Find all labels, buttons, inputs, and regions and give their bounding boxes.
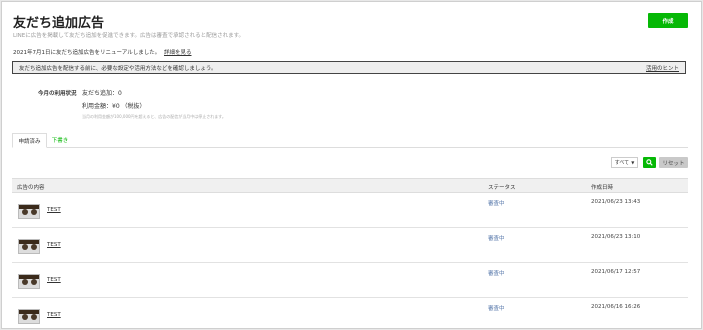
table-row: TEST 審査中 2021/06/17 12:57 bbox=[12, 263, 688, 298]
usage-amount: 利用金額：¥0 （税抜） bbox=[82, 103, 146, 110]
ad-name-link[interactable]: TEST bbox=[47, 277, 61, 283]
create-button[interactable]: 作成 bbox=[648, 13, 688, 28]
page-frame: 友だち追加広告 LINEに広告を掲載して友だち追加を促進できます。広告は審査で承… bbox=[1, 1, 702, 329]
details-link[interactable]: 詳細を見る bbox=[164, 50, 192, 56]
ad-thumbnail bbox=[18, 239, 40, 254]
ad-thumbnail bbox=[18, 204, 40, 219]
tip-bar: 友だち追加広告を配信する前に、必要な設定や活用方法などを確認しましょう。 活用の… bbox=[12, 61, 686, 74]
tab-applied[interactable]: 申請済み bbox=[12, 133, 47, 148]
filter-select[interactable]: すべて ▼ bbox=[611, 157, 638, 168]
tab-draft[interactable]: 下書き bbox=[48, 133, 72, 146]
page-title: 友だち追加広告 bbox=[13, 16, 105, 31]
tip-bar-text: 友だち追加広告を配信する前に、必要な設定や活用方法などを確認しましょう。 bbox=[19, 65, 217, 72]
created-date: 2021/06/17 12:57 bbox=[591, 269, 641, 275]
status-label: 審査中 bbox=[488, 201, 505, 207]
page-subtitle: LINEに広告を掲載して友だち追加を促進できます。広告は審査で承認されると配信さ… bbox=[13, 33, 245, 39]
usage-hint-link[interactable]: 活用のヒント bbox=[646, 64, 679, 72]
ad-thumbnail bbox=[18, 274, 40, 289]
ad-name-link[interactable]: TEST bbox=[47, 242, 61, 248]
renewal-notice: 2021年7月1日に友だち追加広告をリニューアルしました。 詳細を見る bbox=[13, 48, 192, 56]
table-row: TEST 審査中 2021/06/23 13:10 bbox=[12, 228, 688, 263]
renewal-notice-text: 2021年7月1日に友だち追加広告をリニューアルしました。 bbox=[13, 50, 161, 56]
status-label: 審査中 bbox=[488, 306, 505, 312]
column-header-date: 作成日時 bbox=[591, 185, 614, 191]
ad-name-link[interactable]: TEST bbox=[47, 207, 61, 213]
created-date: 2021/06/16 16:26 bbox=[591, 304, 641, 310]
search-button[interactable] bbox=[643, 157, 656, 168]
search-icon bbox=[646, 159, 653, 166]
table-header: 広告の内容 ステータス 作成日時 bbox=[12, 178, 688, 193]
chevron-down-icon: ▼ bbox=[631, 160, 635, 165]
usage-label: 今月の利用状況 bbox=[38, 91, 77, 97]
status-label: 審査中 bbox=[488, 236, 505, 242]
column-header-status: ステータス bbox=[488, 185, 516, 191]
status-label: 審査中 bbox=[488, 271, 505, 277]
ad-thumbnail bbox=[18, 309, 40, 324]
created-date: 2021/06/23 13:10 bbox=[591, 234, 641, 240]
column-header-content: 広告の内容 bbox=[17, 185, 45, 191]
usage-note: 当月の利用金額が100,000円を超えると、広告の配信が当月中は停止されます。 bbox=[82, 114, 226, 119]
reset-button[interactable]: リセット bbox=[659, 157, 688, 168]
tab-bar: 申請済み 下書き bbox=[12, 133, 688, 148]
usage-friends: 友だち追加：0 bbox=[82, 90, 122, 97]
table-row: TEST 審査中 2021/06/23 13:43 bbox=[12, 193, 688, 228]
ad-name-link[interactable]: TEST bbox=[47, 312, 61, 318]
filter-select-value: すべて bbox=[614, 160, 630, 166]
table-row: TEST 審査中 2021/06/16 16:26 bbox=[12, 298, 688, 328]
created-date: 2021/06/23 13:43 bbox=[591, 199, 641, 205]
